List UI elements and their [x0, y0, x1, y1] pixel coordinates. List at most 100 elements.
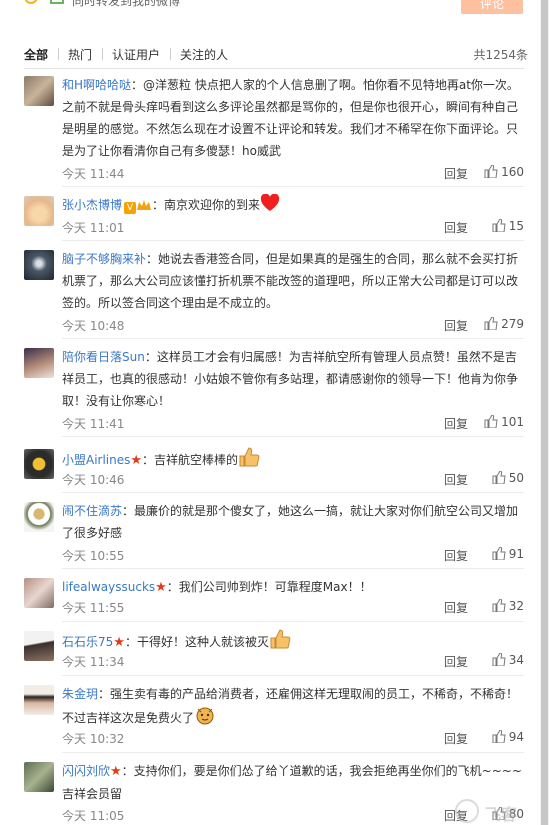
username[interactable]: 小盟Airlines [62, 453, 130, 467]
tab-hot[interactable]: 热门 [68, 46, 92, 63]
avatar[interactable] [24, 502, 54, 532]
reply-button[interactable]: 回复 [444, 219, 468, 236]
like-count: 50 [508, 471, 524, 485]
like-button[interactable]: 101 [484, 414, 524, 431]
timestamp: 今天 11:44 [62, 167, 125, 181]
sync-repost-label[interactable]: 同时转发到我的微博 [72, 0, 180, 9]
heart-emoji-icon [260, 193, 280, 219]
image-icon[interactable] [50, 0, 64, 4]
thumbs-up-icon [492, 218, 506, 235]
reply-button[interactable]: 回复 [444, 415, 468, 432]
comment-body: 和H啊哈哈哒：@洋葱粒 快点把人家的个人信息删了啊。怕你看不见特地再at你一次。… [62, 74, 524, 162]
username[interactable]: 脑子不够胸来补 [62, 252, 146, 266]
like-button[interactable]: 15 [492, 218, 524, 235]
username[interactable]: 陪你看日落Sun [62, 350, 145, 364]
watermark-text: 飞客 [485, 805, 518, 824]
like-button[interactable]: 50 [492, 470, 524, 487]
avatar[interactable] [24, 631, 54, 661]
like-button[interactable]: 34 [492, 652, 524, 669]
like-button[interactable]: 32 [492, 598, 524, 615]
avatar[interactable] [24, 196, 54, 226]
comment-text: ：我们公司帅到炸！可靠程度Max！！ [166, 580, 372, 594]
reply-button[interactable]: 回复 [444, 471, 468, 488]
comment-text: ：强生卖有毒的产品给消费者，还雇佣这样无理取闹的员工，不稀奇，不稀奇！不过吉祥这… [62, 687, 519, 725]
comment-divider [62, 492, 524, 493]
username[interactable]: 石石乐75 [62, 635, 113, 649]
verified-v-icon: V [124, 202, 137, 214]
tab-divider [170, 48, 171, 60]
avatar[interactable] [24, 578, 54, 608]
username[interactable]: 朱金玥 [62, 687, 98, 701]
thumbs-up-icon [492, 652, 506, 669]
username[interactable]: 闪闪刘欣 [62, 764, 110, 778]
tab-divider [102, 48, 103, 60]
like-button[interactable]: 279 [484, 316, 524, 333]
like-button[interactable]: 91 [492, 546, 524, 563]
comment-body: 石石乐75★：干得好！这种人就该被灭 [62, 629, 524, 656]
star-badge-icon: ★ [155, 580, 167, 595]
like-count: 34 [508, 653, 524, 667]
reply-button[interactable]: 回复 [444, 730, 468, 747]
star-badge-icon: ★ [130, 453, 143, 468]
tab-verified[interactable]: 认证用户 [112, 46, 160, 63]
like-button[interactable]: 160 [484, 164, 524, 181]
thumbs-up-icon [484, 164, 498, 181]
comment-text: ：最廉价的就是那个傻女了，她这么一搞，就让大家对你们航空公司又增加了很多好感 [62, 504, 519, 540]
like-count: 91 [508, 547, 524, 561]
timestamp: 今天 11:41 [62, 417, 125, 431]
composer-remnant: 同时转发到我的微博 评论 [0, 0, 549, 20]
comment-count: 共1254条 [473, 48, 528, 62]
reply-button[interactable]: 回复 [444, 165, 468, 182]
thumbs-up-icon [492, 598, 506, 615]
tabs-underline [24, 68, 524, 69]
watermark-logo-icon [455, 799, 479, 823]
thumbs-up-icon [492, 729, 506, 746]
comment-divider [62, 338, 524, 339]
timestamp: 今天 10:46 [62, 473, 125, 487]
like-count: 15 [508, 219, 524, 233]
thumbs-up-emoji-icon [238, 447, 260, 474]
comment-divider [62, 436, 524, 437]
comment-divider [62, 621, 524, 622]
scrollbar-thumb[interactable] [541, 0, 548, 825]
comment-body: 脑子不够胸来补：她说去香港签合同，但是如果真的是强生的合同，那么就不会买打折机票… [62, 248, 524, 314]
like-count: 101 [501, 415, 524, 429]
timestamp: 今天 11:05 [62, 809, 125, 823]
username[interactable]: lifealwayssucks [62, 580, 155, 594]
comment-text: ：吉祥航空棒棒的 [142, 453, 239, 467]
comment-body: lifealwayssucks★：我们公司帅到炸！可靠程度Max！！ [62, 576, 524, 599]
comment-body: 闹不住滴苏：最廉价的就是那个傻女了，她这么一搞，就让大家对你们航空公司又增加了很… [62, 500, 524, 544]
submit-comment-button[interactable]: 评论 [461, 0, 523, 14]
reply-button[interactable]: 回复 [444, 599, 468, 616]
avatar[interactable] [24, 762, 54, 792]
timestamp: 今天 11:55 [62, 601, 125, 615]
username[interactable]: 闹不住滴苏 [62, 504, 122, 518]
reply-button[interactable]: 回复 [444, 317, 468, 334]
crown-badge-icon [136, 197, 152, 219]
reply-button[interactable]: 回复 [444, 547, 468, 564]
avatar[interactable] [24, 685, 54, 715]
username[interactable]: 张小杰博博 [62, 198, 122, 212]
timestamp: 今天 10:48 [62, 319, 125, 333]
watermark: 飞客 [455, 795, 545, 825]
avatar[interactable] [24, 348, 54, 378]
scrollbar[interactable] [540, 0, 549, 825]
thumbs-up-icon [484, 316, 498, 333]
tab-following[interactable]: 关注的人 [180, 46, 228, 63]
avatar[interactable] [24, 76, 54, 106]
avatar[interactable] [24, 250, 54, 280]
star-badge-icon: ★ [113, 635, 125, 650]
username[interactable]: 和H啊哈哈哒 [62, 78, 131, 92]
timestamp: 今天 11:34 [62, 655, 125, 669]
tiger-face-emoji-icon [194, 705, 216, 732]
like-button[interactable]: 94 [492, 729, 524, 746]
thumbs-up-emoji-icon [269, 629, 291, 656]
tab-all[interactable]: 全部 [24, 46, 48, 63]
like-count: 32 [508, 599, 524, 613]
comment-text: ：@洋葱粒 快点把人家的个人信息删了啊。怕你看不见特地再at你一次。之前不就是骨… [62, 78, 519, 158]
reply-button[interactable]: 回复 [444, 653, 468, 670]
star-badge-icon: ★ [110, 764, 122, 779]
emoji-icon[interactable] [24, 0, 38, 4]
comment-body: 朱金玥：强生卖有毒的产品给消费者，还雇佣这样无理取闹的员工，不稀奇，不稀奇！不过… [62, 683, 524, 732]
avatar[interactable] [24, 449, 54, 479]
